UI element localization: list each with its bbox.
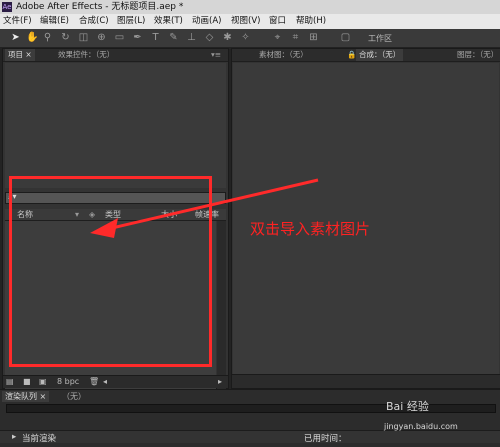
menu-animation[interactable]: 动画(A)	[192, 15, 221, 28]
annotation-text: 双击导入素材图片	[250, 220, 371, 238]
zoom-tool-icon[interactable]: ⚲	[42, 32, 53, 43]
watermark-url: jingyan.baidu.com	[384, 422, 458, 431]
expand-arrow-icon[interactable]: ▸	[12, 432, 16, 442]
axis-world-icon[interactable]: ⌗	[290, 32, 301, 43]
new-comp-icon[interactable]: ▣	[39, 377, 47, 386]
scroll-right-icon[interactable]: ▸	[218, 377, 222, 386]
watermark-brand: Bai 经验	[386, 400, 429, 413]
app-logo-icon: Ae	[2, 2, 12, 12]
tab-composition[interactable]: 合成：（无）	[356, 49, 404, 61]
menu-file[interactable]: 文件(F)	[3, 15, 32, 28]
snap-icon[interactable]: ▢	[340, 32, 351, 43]
highlight-box	[9, 176, 212, 367]
current-render-label: 当前渲染	[22, 434, 57, 444]
tab-footage[interactable]: 素材图：（无）	[256, 49, 311, 61]
elapsed-time-label: 已用时间：	[304, 434, 347, 444]
bit-depth-label[interactable]: 8 bpc	[57, 377, 79, 386]
menu-layer[interactable]: 图层(L)	[117, 15, 145, 28]
camera-tool-icon[interactable]: ◫	[78, 32, 89, 43]
pen-tool-icon[interactable]: ✒	[132, 32, 143, 43]
tab-render-queue[interactable]: 渲染队列 ×	[2, 391, 50, 402]
project-bottom-bar: ▤ ■ ▣ 8 bpc 🗑 ◂ ▸	[3, 375, 228, 388]
menu-help[interactable]: 帮助(H)	[296, 15, 326, 28]
comp-tabbar: 素材图：（无） 🔒 合成：（无） 图层：（无）	[232, 49, 500, 62]
render-queue-none: （无）	[62, 392, 86, 401]
menu-view[interactable]: 视图(V)	[231, 15, 260, 28]
tab-project[interactable]: 项目 ×	[5, 49, 35, 61]
panel-menu-icon[interactable]: ▾≡	[208, 49, 224, 61]
mask-tool-icon[interactable]: ▭	[114, 32, 125, 43]
title-bar: Ae Adobe After Effects - 无标题项目.aep *	[0, 0, 500, 14]
workspace-label[interactable]: 工作区	[368, 33, 392, 44]
text-tool-icon[interactable]: T	[150, 32, 161, 43]
puppet-tool-icon[interactable]: ✧	[240, 32, 251, 43]
scroll-left-icon[interactable]: ◂	[103, 377, 107, 386]
menu-bar: 文件(F) 编辑(E) 合成(C) 图层(L) 效果(T) 动画(A) 视图(V…	[0, 14, 500, 29]
interpret-footage-icon[interactable]: ▤	[6, 377, 14, 386]
render-status-row: ▸ 当前渲染 已用时间：	[0, 430, 500, 444]
axis-local-icon[interactable]: ⌖	[272, 32, 283, 43]
window-title: Adobe After Effects - 无标题项目.aep *	[16, 2, 184, 12]
project-tabbar: 项目 × 效果控件：（无） ▾≡	[3, 49, 228, 62]
comp-bottom-bar	[232, 374, 500, 388]
eraser-tool-icon[interactable]: ◇	[204, 32, 215, 43]
selection-tool-icon[interactable]: ➤	[10, 32, 21, 43]
clone-tool-icon[interactable]: ⊥	[186, 32, 197, 43]
roto-tool-icon[interactable]: ✱	[222, 32, 233, 43]
hand-tool-icon[interactable]: ✋	[26, 32, 38, 43]
tab-effect-controls[interactable]: 效果控件：（无）	[55, 49, 117, 61]
brush-tool-icon[interactable]: ✎	[168, 32, 179, 43]
menu-composition[interactable]: 合成(C)	[79, 15, 109, 28]
trash-icon[interactable]: 🗑	[89, 377, 99, 386]
new-folder-icon[interactable]: ■	[23, 377, 31, 386]
axis-view-icon[interactable]: ⊞	[308, 32, 319, 43]
rotate-tool-icon[interactable]: ↻	[60, 32, 71, 43]
menu-edit[interactable]: 编辑(E)	[40, 15, 69, 28]
menu-window[interactable]: 窗口	[269, 15, 286, 28]
project-preview-area	[5, 63, 226, 188]
tab-layer[interactable]: 图层：（无）	[454, 49, 500, 61]
tools-bar: ➤ ✋ ⚲ ↻ ◫ ⊕ ▭ ✒ T ✎ ⊥ ◇ ✱ ✧ ⌖ ⌗ ⊞ ▢ 工作区	[0, 29, 500, 48]
anchor-tool-icon[interactable]: ⊕	[96, 32, 107, 43]
menu-effect[interactable]: 效果(T)	[154, 15, 183, 28]
